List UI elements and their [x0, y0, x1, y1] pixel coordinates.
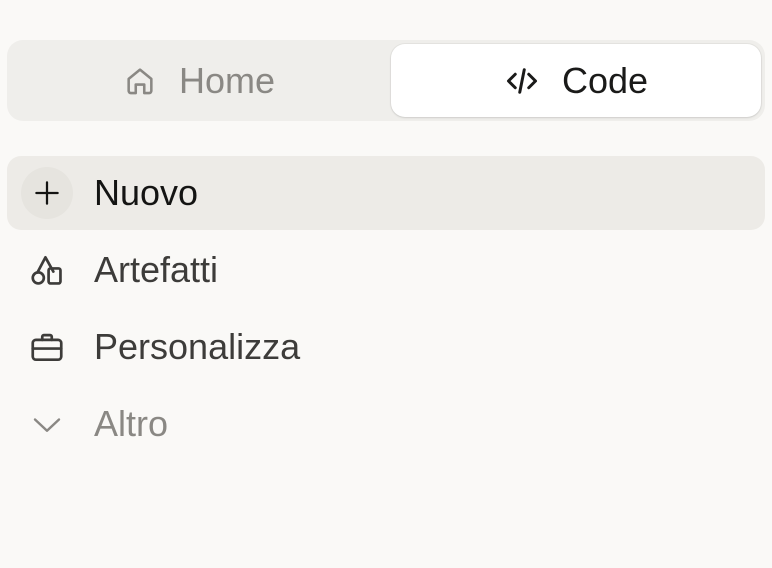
- mode-switcher: Home Code: [7, 40, 765, 121]
- tab-code[interactable]: Code: [391, 44, 761, 117]
- sidebar-menu: Nuovo Artefatti Personalizza Altro: [7, 156, 765, 464]
- code-icon: [504, 63, 540, 99]
- shapes-icon: [21, 244, 73, 296]
- menu-item-label: Altro: [94, 403, 169, 444]
- menu-item-label: Nuovo: [94, 172, 199, 213]
- menu-item-nuovo[interactable]: Nuovo: [7, 156, 765, 230]
- menu-item-personalizza[interactable]: Personalizza: [7, 310, 765, 384]
- home-icon: [123, 64, 157, 98]
- menu-item-label: Personalizza: [94, 326, 301, 367]
- chevron-down-icon: [21, 398, 73, 450]
- plus-icon: [21, 167, 73, 219]
- menu-item-artefatti[interactable]: Artefatti: [7, 233, 765, 307]
- tab-code-label: Code: [561, 59, 649, 101]
- briefcase-icon: [21, 321, 73, 373]
- menu-item-label: Artefatti: [94, 249, 219, 290]
- tab-home-label: Home: [178, 59, 276, 101]
- menu-item-altro[interactable]: Altro: [7, 387, 765, 461]
- tab-home[interactable]: Home: [11, 44, 387, 117]
